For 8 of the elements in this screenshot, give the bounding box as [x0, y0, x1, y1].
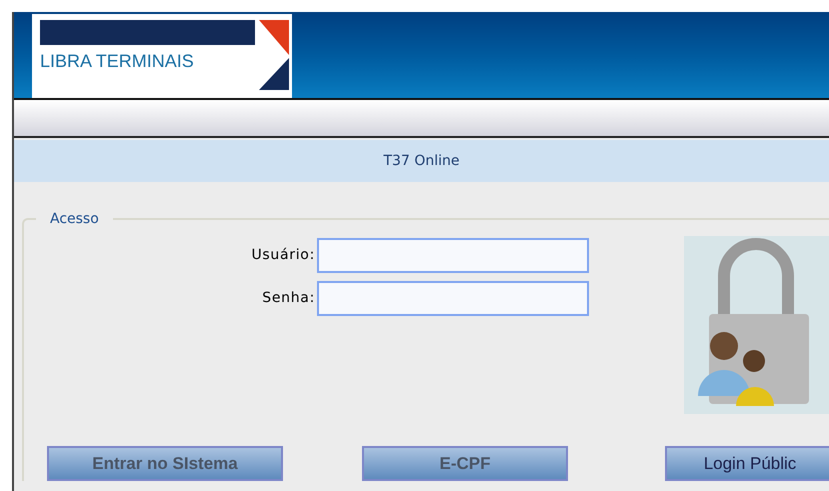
field-label: Usuário: — [251, 246, 315, 265]
field-label: Senha: — [262, 289, 315, 308]
arrow-logo-icon — [259, 20, 289, 90]
page-title: T37 Online — [384, 152, 460, 170]
action-button[interactable]: Login Públic — [665, 446, 829, 481]
text-field[interactable] — [317, 238, 589, 273]
text-field[interactable] — [317, 281, 589, 316]
logo-text: LIBRA TERMINAIS — [40, 50, 195, 73]
